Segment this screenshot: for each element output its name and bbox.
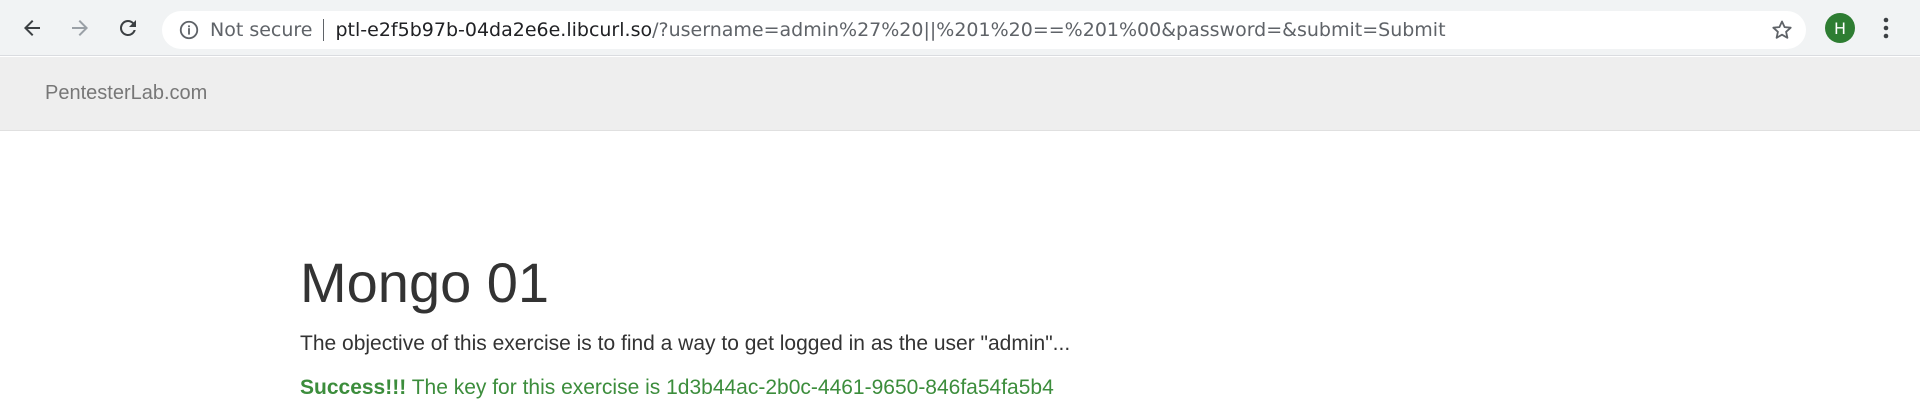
browser-menu-button[interactable] xyxy=(1874,12,1898,44)
profile-avatar[interactable]: H xyxy=(1825,13,1855,43)
success-label: Success!!! xyxy=(300,376,407,399)
success-key-text: The key for this exercise is 1d3b44ac-2b… xyxy=(411,376,1054,399)
url-path[interactable]: /?username=admin%27%20||%201%20==%201%00… xyxy=(652,19,1445,41)
url-host[interactable]: ptl-e2f5b97b-04da2e6e.libcurl.so xyxy=(336,19,653,41)
reload-icon xyxy=(119,19,136,36)
success-message: Success!!! The key for this exercise is … xyxy=(300,373,1620,403)
star-icon[interactable] xyxy=(1770,18,1794,42)
back-button[interactable] xyxy=(16,12,48,44)
objective-text: The objective of this exercise is to fin… xyxy=(300,332,1071,355)
forward-button[interactable] xyxy=(64,12,96,44)
site-navbar: PentesterLab.com xyxy=(0,57,1920,131)
info-icon[interactable] xyxy=(178,19,200,41)
page-title: Mongo 01 xyxy=(300,251,550,314)
reload-button[interactable] xyxy=(112,12,144,44)
address-bar[interactable]: Not secure ptl-e2f5b97b-04da2e6e.libcurl… xyxy=(162,11,1806,49)
omnibox-divider xyxy=(322,19,324,41)
brand-link[interactable]: PentesterLab.com xyxy=(45,82,207,105)
arrow-right-icon xyxy=(72,20,88,36)
main-content: Mongo 01 The objective of this exercise … xyxy=(300,245,1620,403)
security-label[interactable]: Not secure xyxy=(210,19,313,41)
kebab-menu-icon xyxy=(1883,17,1889,39)
arrow-left-icon xyxy=(24,20,40,36)
browser-toolbar: Not secure ptl-e2f5b97b-04da2e6e.libcurl… xyxy=(0,0,1920,56)
